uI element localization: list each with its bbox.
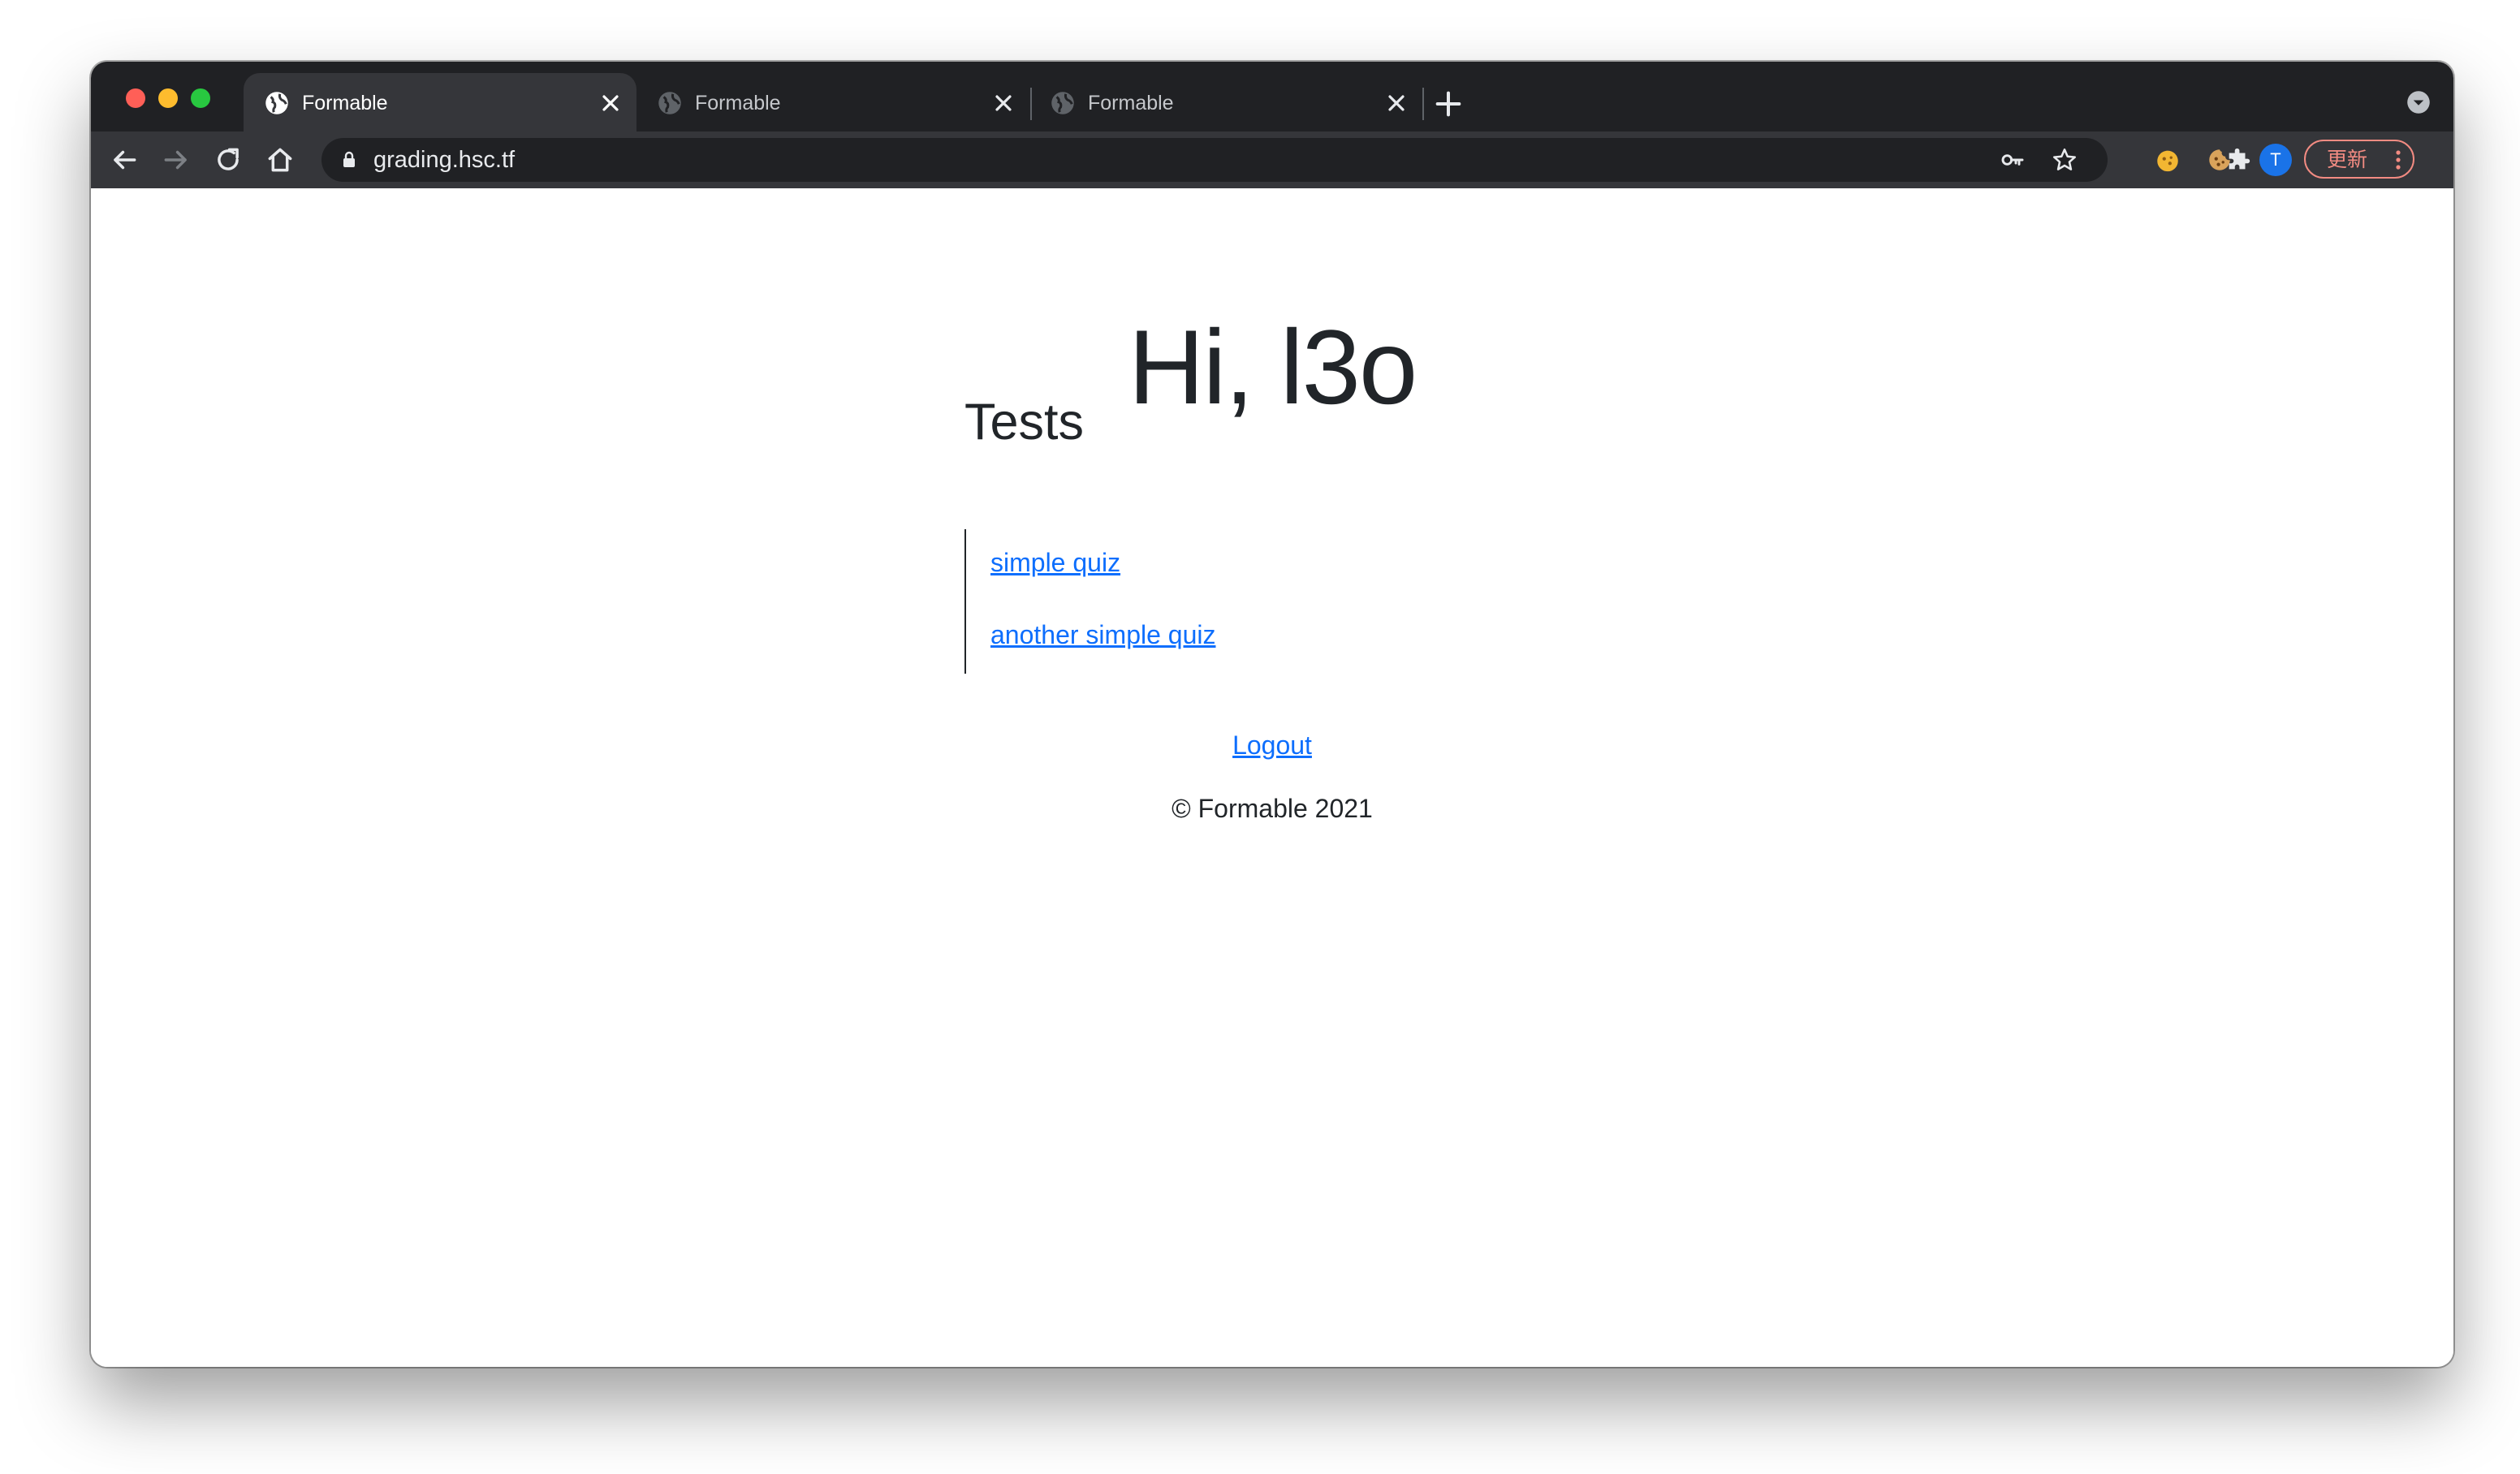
forward-arrow-icon[interactable] (161, 144, 192, 175)
close-window-button[interactable] (126, 88, 145, 108)
test-list: simple quiz another simple quiz (964, 529, 1533, 674)
back-arrow-icon[interactable] (109, 144, 140, 175)
tests-heading: Tests (964, 394, 1085, 450)
toolbar: grading.hsc.tf T 更新 (91, 131, 2453, 188)
tab-strip: Formable Formable Formable (91, 62, 2453, 131)
plus-icon[interactable] (1432, 88, 1465, 120)
chevron-down-circle-icon[interactable] (2406, 90, 2431, 114)
close-icon[interactable] (1383, 90, 1409, 116)
close-icon[interactable] (598, 90, 624, 116)
minimize-window-button[interactable] (158, 88, 178, 108)
list-item: another simple quiz (990, 618, 1215, 652)
tab-2[interactable]: Formable (636, 73, 1029, 131)
page-content: Hi, l3o Tests simple quiz another simple… (91, 188, 2453, 1367)
footer-copyright: © Formable 2021 (1172, 794, 1373, 823)
zoom-window-button[interactable] (191, 88, 210, 108)
globe-icon (265, 92, 288, 114)
page-title: Hi, l3o (1128, 308, 1418, 426)
home-icon[interactable] (265, 144, 296, 175)
globe-icon (658, 92, 681, 114)
logout-link[interactable]: Logout (1232, 731, 1312, 760)
star-icon[interactable] (2051, 146, 2078, 174)
address-bar[interactable]: grading.hsc.tf (321, 138, 2108, 182)
tab-title: Formable (1088, 92, 1174, 114)
tab-3[interactable]: Formable (1029, 73, 1422, 131)
key-icon[interactable] (1999, 147, 2026, 173)
profile-avatar[interactable]: T (2259, 144, 2292, 176)
close-icon[interactable] (990, 90, 1016, 116)
puzzle-icon[interactable] (2224, 146, 2252, 174)
update-button[interactable]: 更新 (2304, 140, 2414, 179)
test-link-another-simple-quiz[interactable]: another simple quiz (990, 620, 1215, 649)
list-item: simple quiz (990, 545, 1120, 580)
url-text[interactable]: grading.hsc.tf (373, 144, 515, 175)
logout-container: Logout (91, 728, 2453, 762)
reload-icon[interactable] (213, 144, 244, 175)
update-label: 更新 (2327, 149, 2368, 171)
desktop: Formable Formable Formable grading.hsc.t… (0, 0, 2520, 1474)
test-link-simple-quiz[interactable]: simple quiz (990, 548, 1120, 577)
browser-window: Formable Formable Formable grading.hsc.t… (91, 62, 2453, 1367)
tab-title: Formable (695, 92, 781, 114)
lock-icon[interactable] (339, 150, 359, 170)
cookie-icon[interactable] (2154, 146, 2181, 174)
tab-1[interactable]: Formable (244, 73, 636, 131)
globe-icon (1051, 92, 1074, 114)
kebab-menu-icon (2396, 150, 2401, 170)
tab-separator (1422, 88, 1424, 120)
tab-title: Formable (302, 92, 388, 114)
